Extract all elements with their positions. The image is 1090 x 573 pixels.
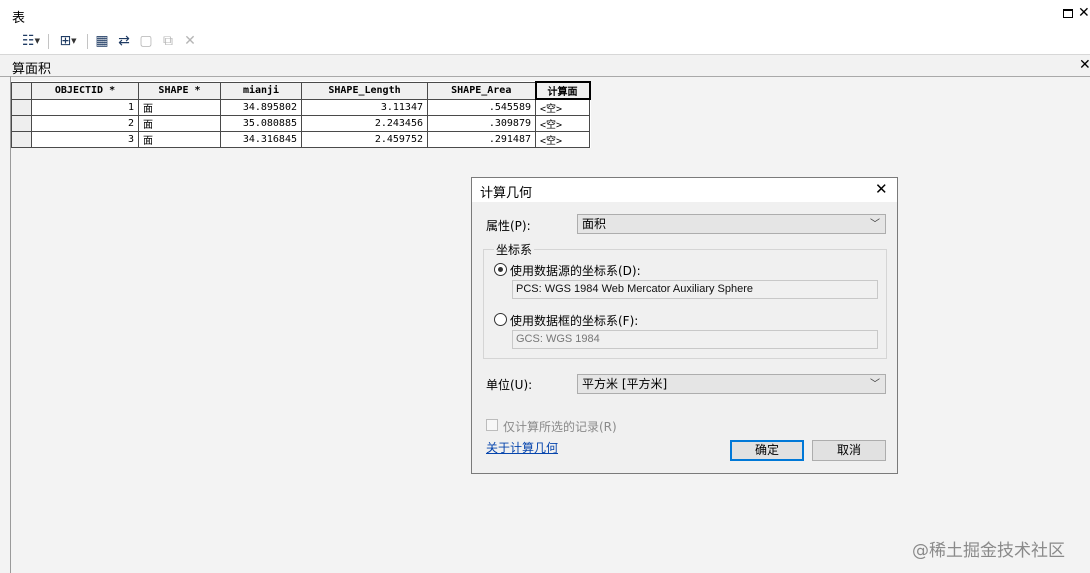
row-selector[interactable] bbox=[11, 98, 32, 116]
source-coord-value: PCS: WGS 1984 Web Mercator Auxiliary Sph… bbox=[512, 280, 878, 299]
column-header-calc-area[interactable]: 计算面 bbox=[534, 81, 591, 100]
chevron-down-icon: ﹀ bbox=[870, 379, 880, 390]
toolbar-separator bbox=[48, 34, 49, 49]
property-label: 属性(P): bbox=[486, 219, 531, 233]
delete-selected-icon[interactable]: ✕ bbox=[181, 32, 199, 50]
radio-source-label[interactable]: 使用数据源的坐标系(D): bbox=[510, 262, 641, 279]
frame-coord-value: GCS: WGS 1984 bbox=[512, 330, 878, 349]
window-title: 表 bbox=[12, 11, 26, 26]
watermark: @稀土掘金技术社区 bbox=[912, 541, 1065, 561]
attribute-table: OBJECTID * SHAPE * mianji SHAPE_Length S… bbox=[11, 81, 591, 148]
table-tab-bar: 算面积 ✕ bbox=[0, 54, 1090, 77]
zoom-to-selected-icon[interactable]: ⧉ bbox=[159, 32, 177, 50]
cell-shape-area[interactable]: .309879 bbox=[427, 115, 536, 132]
cell-calc-area[interactable]: <空> bbox=[535, 131, 590, 148]
column-header-shape[interactable]: SHAPE * bbox=[138, 81, 221, 100]
radio-frame-label[interactable]: 使用数据框的坐标系(F): bbox=[510, 312, 638, 329]
cancel-button[interactable]: 取消 bbox=[812, 440, 886, 461]
related-tables-icon[interactable]: ⊞▼ bbox=[52, 32, 84, 50]
maximize-icon[interactable] bbox=[1063, 9, 1073, 18]
cell-mianji[interactable]: 34.316845 bbox=[220, 131, 302, 148]
content-left-border bbox=[10, 76, 11, 573]
select-by-attributes-icon[interactable]: ▦ bbox=[93, 32, 111, 50]
selected-only-checkbox[interactable] bbox=[486, 419, 498, 431]
cell-shape-length[interactable]: 3.11347 bbox=[301, 98, 428, 116]
cell-objectid[interactable]: 3 bbox=[31, 131, 139, 148]
row-selector[interactable] bbox=[11, 131, 32, 148]
table-options-icon[interactable]: ☷▼ bbox=[16, 32, 46, 50]
switch-selection-icon[interactable]: ⇄ bbox=[115, 32, 133, 50]
clear-selection-icon[interactable]: ▢ bbox=[137, 32, 155, 50]
dialog-title: 计算几何 bbox=[480, 186, 533, 201]
ok-button[interactable]: 确定 bbox=[730, 440, 804, 461]
table-toolbar: ☷▼ ⊞▼ ▦ ⇄ ▢ ⧉ ✕ bbox=[0, 28, 1090, 54]
cell-objectid[interactable]: 1 bbox=[31, 98, 139, 116]
toolbar-separator bbox=[87, 34, 88, 49]
dialog-close-icon[interactable]: ✕ bbox=[875, 180, 888, 198]
row-selector-header[interactable] bbox=[11, 81, 32, 100]
column-header-objectid[interactable]: OBJECTID * bbox=[31, 81, 139, 100]
cell-shape[interactable]: 面 bbox=[138, 98, 221, 116]
radio-frame-coord[interactable] bbox=[494, 313, 507, 326]
window-titlebar: 表 ✕ bbox=[0, 0, 1090, 28]
cell-calc-area[interactable]: <空> bbox=[535, 98, 590, 116]
cell-shape-area[interactable]: .291487 bbox=[427, 131, 536, 148]
calculate-geometry-dialog: 计算几何 ✕ 属性(P): 面积 ﹀ 坐标系 使用数据源的坐标系(D): PCS… bbox=[471, 177, 898, 474]
cell-shape-length[interactable]: 2.459752 bbox=[301, 131, 428, 148]
tab-close-icon[interactable]: ✕ bbox=[1079, 57, 1090, 73]
table-row[interactable]: 2 面 35.080885 2.243456 .309879 <空> bbox=[11, 115, 590, 132]
cell-shape[interactable]: 面 bbox=[138, 115, 221, 132]
about-calculate-geometry-link[interactable]: 关于计算几何 bbox=[486, 439, 558, 456]
cell-shape-area[interactable]: .545589 bbox=[427, 98, 536, 116]
property-select-value: 面积 bbox=[582, 217, 607, 231]
table-row[interactable]: 1 面 34.895802 3.11347 .545589 <空> bbox=[11, 98, 590, 116]
cell-shape[interactable]: 面 bbox=[138, 131, 221, 148]
row-selector[interactable] bbox=[11, 115, 32, 132]
cell-calc-area[interactable]: <空> bbox=[535, 115, 590, 132]
window-close-icon[interactable]: ✕ bbox=[1078, 5, 1090, 21]
cell-mianji[interactable]: 34.895802 bbox=[220, 98, 302, 116]
selected-only-label: 仅计算所选的记录(R) bbox=[503, 420, 617, 434]
units-label: 单位(U): bbox=[486, 378, 533, 392]
table-header-row: OBJECTID * SHAPE * mianji SHAPE_Length S… bbox=[11, 81, 591, 100]
property-select[interactable]: 面积 ﹀ bbox=[577, 214, 886, 234]
cell-objectid[interactable]: 2 bbox=[31, 115, 139, 132]
dialog-titlebar: 计算几何 ✕ bbox=[472, 178, 897, 202]
cell-mianji[interactable]: 35.080885 bbox=[220, 115, 302, 132]
coordinate-system-group-title: 坐标系 bbox=[494, 241, 535, 258]
units-select-value: 平方米 [平方米] bbox=[582, 377, 668, 391]
column-header-shape-area[interactable]: SHAPE_Area bbox=[427, 81, 536, 100]
chevron-down-icon: ﹀ bbox=[870, 219, 880, 230]
radio-source-coord[interactable] bbox=[494, 263, 507, 276]
column-header-shape-length[interactable]: SHAPE_Length bbox=[301, 81, 428, 100]
units-select[interactable]: 平方米 [平方米] ﹀ bbox=[577, 374, 886, 394]
cell-shape-length[interactable]: 2.243456 bbox=[301, 115, 428, 132]
column-header-mianji[interactable]: mianji bbox=[220, 81, 302, 100]
tab-table-name[interactable]: 算面积 bbox=[12, 58, 51, 77]
table-row[interactable]: 3 面 34.316845 2.459752 .291487 <空> bbox=[11, 131, 590, 148]
